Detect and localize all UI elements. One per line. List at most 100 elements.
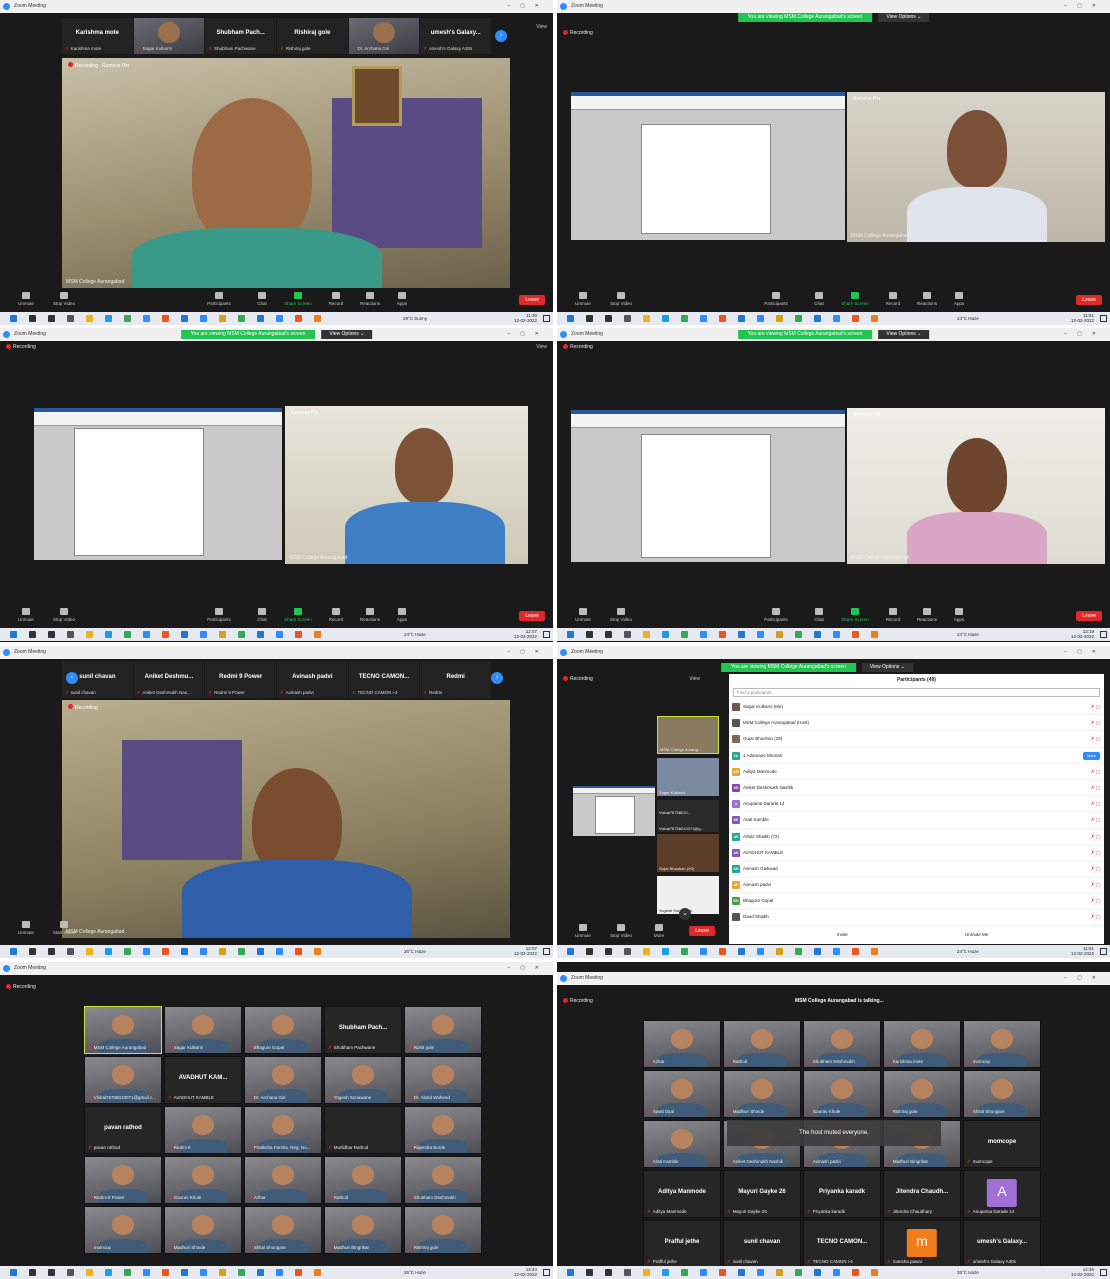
- taskbar-app-icon[interactable]: [586, 948, 593, 955]
- gallery-tile[interactable]: ✗ Gaurav Khule: [164, 1156, 242, 1204]
- gallery-tile[interactable]: ✗ Rishiraj gole: [883, 1070, 961, 1118]
- participant-row[interactable]: AG Avinash Gaikwad ✗ ▢: [729, 861, 1104, 878]
- gallery-tile[interactable]: AVADHUT KAM... ✗ AVADHUT KAMBLE: [164, 1056, 242, 1104]
- participant-tile[interactable]: Shubham Pach... ✗ Shubham Pachwane: [205, 18, 277, 54]
- stop-video-button[interactable]: Stop Video: [607, 608, 635, 622]
- taskbar-app-icon[interactable]: [314, 315, 321, 322]
- taskbar-app-icon[interactable]: [605, 315, 612, 322]
- taskbar-app-icon[interactable]: [605, 1269, 612, 1276]
- gallery-tile[interactable]: ✗ Karishma mote: [883, 1020, 961, 1068]
- taskbar-app-icon[interactable]: [738, 1269, 745, 1276]
- taskbar-app-icon[interactable]: [143, 315, 150, 322]
- taskbar-app-icon[interactable]: [719, 948, 726, 955]
- taskbar-app-icon[interactable]: [29, 1269, 36, 1276]
- taskbar-app-icon[interactable]: [105, 1269, 112, 1276]
- taskbar-app-icon[interactable]: [833, 315, 840, 322]
- taskbar-app-icon[interactable]: [833, 1269, 840, 1276]
- share-screen-button[interactable]: Share Screen: [841, 292, 869, 306]
- taskbar-app-icon[interactable]: [257, 948, 264, 955]
- taskbar-app-icon[interactable]: [238, 631, 245, 638]
- taskbar-app-icon[interactable]: [276, 315, 283, 322]
- participant-row[interactable]: AS Arbaz Shaikh (72) ✗ ▢: [729, 829, 1104, 845]
- taskbar-app-icon[interactable]: [700, 631, 707, 638]
- participants-button[interactable]: Participants: [762, 292, 790, 306]
- participant-row[interactable]: 1A 1 Adamane Mrunali More: [729, 748, 1104, 764]
- window-controls[interactable]: –▢✕: [507, 0, 549, 13]
- taskbar-app-icon[interactable]: [257, 1269, 264, 1276]
- taskbar-app-icon[interactable]: [314, 1269, 321, 1276]
- participant-row[interactable]: Daud Shaikh ✗ ▢: [729, 909, 1104, 926]
- taskbar-app-icon[interactable]: [295, 631, 302, 638]
- taskbar-app-icon[interactable]: [200, 1269, 207, 1276]
- gallery-tile[interactable]: ✗ Murlidhar Rathod: [324, 1106, 402, 1154]
- record-button[interactable]: Record: [322, 292, 350, 306]
- taskbar-app-icon[interactable]: [219, 948, 226, 955]
- taskbar-app-icon[interactable]: [257, 315, 264, 322]
- taskbar-app-icon[interactable]: [238, 948, 245, 955]
- taskbar-app-icon[interactable]: [776, 1269, 783, 1276]
- taskbar-app-icon[interactable]: [624, 631, 631, 638]
- taskbar-app-icon[interactable]: [586, 1269, 593, 1276]
- taskbar-app-icon[interactable]: [624, 1269, 631, 1276]
- window-controls[interactable]: –▢✕: [1064, 0, 1106, 13]
- taskbar-app-icon[interactable]: [795, 631, 802, 638]
- more-button[interactable]: More: [1082, 751, 1100, 760]
- next-page-icon[interactable]: ›: [495, 30, 507, 42]
- participant-row[interactable]: Sagar Kulkarni (Me) ✗ ▢: [729, 699, 1104, 716]
- participants-button[interactable]: Participants: [762, 608, 790, 622]
- gallery-tile[interactable]: sunil chavan ✗ sunil chavan: [723, 1220, 801, 1268]
- taskbar-app-icon[interactable]: [662, 631, 669, 638]
- chat-button[interactable]: Chat: [805, 608, 833, 622]
- view-options-button[interactable]: View Options ⌄: [861, 663, 913, 672]
- gallery-tile[interactable]: m ✗ mansha pawar: [883, 1220, 961, 1268]
- taskbar-app-icon[interactable]: [48, 948, 55, 955]
- participant-row[interactable]: AM Aditya Manmode ✗ ▢: [729, 764, 1104, 780]
- gallery-tile[interactable]: Aditya Manmode ✗ Aditya Manmode: [643, 1170, 721, 1218]
- taskbar-app-icon[interactable]: [757, 948, 764, 955]
- taskbar-app-icon[interactable]: [833, 948, 840, 955]
- gallery-tile[interactable]: ✗ Dr. Abdul Waheed: [404, 1056, 482, 1104]
- taskbar-app-icon[interactable]: [814, 1269, 821, 1276]
- chat-button[interactable]: Chat: [248, 608, 276, 622]
- gallery-tile[interactable]: ✗ Madhuri Bingrikar: [324, 1206, 402, 1254]
- gallery-tile[interactable]: ✗ Redmi 8 Power: [84, 1156, 162, 1204]
- taskbar-app-icon[interactable]: [29, 315, 36, 322]
- side-video-tile[interactable]: Gujar Bhushan (29): [657, 834, 719, 872]
- taskbar-app-icon[interactable]: [257, 631, 264, 638]
- taskbar-app-icon[interactable]: [238, 315, 245, 322]
- taskbar-app-icon[interactable]: [567, 631, 574, 638]
- gallery-tile[interactable]: ✗ Redmi 9: [164, 1106, 242, 1154]
- gallery-tile[interactable]: pavan rathod ✗ pavan rathod: [84, 1106, 162, 1154]
- start-video-button[interactable]: Start Video: [50, 921, 78, 935]
- leave-button[interactable]: Leave: [1076, 295, 1102, 305]
- taskbar-app-icon[interactable]: [567, 315, 574, 322]
- taskbar-app-icon[interactable]: [586, 631, 593, 638]
- taskbar-app-icon[interactable]: [105, 315, 112, 322]
- taskbar-app-icon[interactable]: [143, 948, 150, 955]
- participant-tile[interactable]: TECNO CAMON... ✗ TECNO CAMON i-4: [348, 662, 420, 698]
- taskbar-app-icon[interactable]: [219, 1269, 226, 1276]
- gallery-tile[interactable]: Jitendra Chaudh... ✗ Jitendra Chaudhary: [883, 1170, 961, 1218]
- taskbar-app-icon[interactable]: [700, 315, 707, 322]
- side-video-tile[interactable]: Vishal78758010071@g...: [657, 816, 719, 832]
- gallery-tile[interactable]: ✗ Sagar Kulkarni: [164, 1006, 242, 1054]
- taskbar-app-icon[interactable]: [67, 315, 74, 322]
- taskbar-app-icon[interactable]: [124, 315, 131, 322]
- participant-row[interactable]: AP Avinash padvi ✗ ▢: [729, 877, 1104, 894]
- taskbar-app-icon[interactable]: [852, 948, 859, 955]
- apps-button[interactable]: Apps: [388, 608, 416, 622]
- gallery-tile[interactable]: ✗ Shital Shungare: [244, 1206, 322, 1254]
- taskbar-app-icon[interactable]: [276, 631, 283, 638]
- taskbar-app-icon[interactable]: [624, 315, 631, 322]
- scroll-down-icon[interactable]: ⌄: [679, 908, 691, 920]
- apps-button[interactable]: Apps: [388, 292, 416, 306]
- gallery-tile[interactable]: A ✗ Anupama Darade 14: [963, 1170, 1041, 1218]
- gallery-tile[interactable]: ✗ Gaurav Khule: [803, 1070, 881, 1118]
- taskbar-app-icon[interactable]: [719, 1269, 726, 1276]
- taskbar-app-icon[interactable]: [162, 948, 169, 955]
- reactions-button[interactable]: Reactions: [913, 292, 941, 306]
- taskbar-app-icon[interactable]: [795, 948, 802, 955]
- participant-tile[interactable]: Redmi 9 Power ✗ Redmi 9 Power: [205, 662, 277, 698]
- taskbar-app-icon[interactable]: [852, 631, 859, 638]
- taskbar-app-icon[interactable]: [852, 1269, 859, 1276]
